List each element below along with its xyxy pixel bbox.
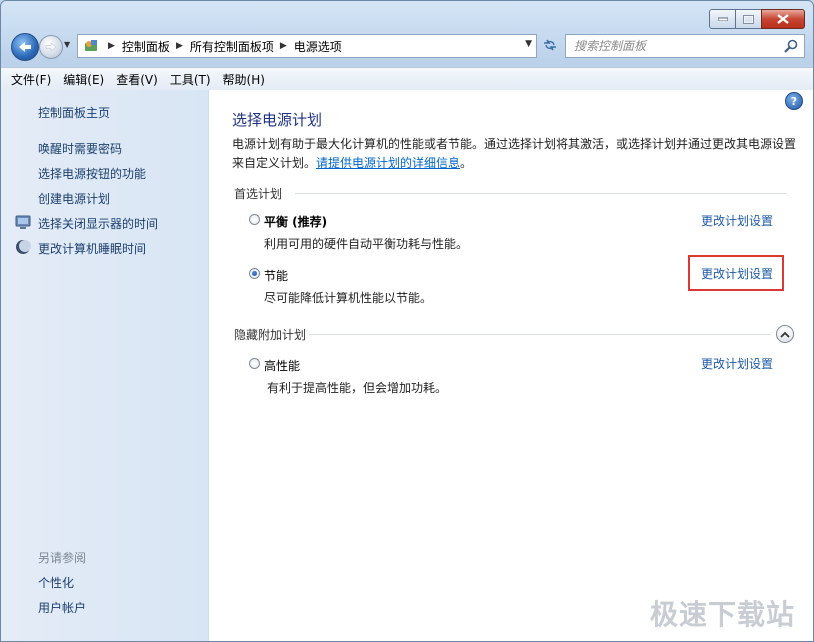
watermark: 极速下载站 — [649, 598, 795, 631]
sidebar-item-sleep-time[interactable]: 更改计算机睡眠时间 — [38, 240, 146, 257]
plan-power-saver-desc: 尽可能降低计算机性能以节能。 — [264, 291, 433, 305]
history-dropdown[interactable]: ▼ — [64, 40, 74, 52]
breadcrumb-all-items[interactable]: 所有控制面板项 — [190, 38, 274, 55]
plan-balanced-radio[interactable] — [249, 214, 260, 225]
search-icon[interactable] — [783, 38, 799, 54]
breadcrumb-separator-icon: ▶ — [108, 41, 115, 51]
control-panel-icon — [85, 40, 97, 51]
back-button[interactable] — [11, 33, 39, 61]
sidebar-item-power-button[interactable]: 选择电源按钮的功能 — [38, 165, 146, 182]
plan-high-performance-name[interactable]: 高性能 — [264, 357, 300, 374]
search-box — [565, 34, 805, 58]
highlight-box — [688, 255, 784, 291]
plan-details-link[interactable]: 请提供电源计划的详细信息 — [316, 156, 460, 170]
maximize-button[interactable] — [735, 9, 762, 29]
menu-bar: 文件(F) 编辑(E) 查看(V) 工具(T) 帮助(H) — [1, 67, 813, 91]
navigation-bar: ▼ ▶ 控制面板 ▶ 所有控制面板项 ▶ 电源选项 ▼ — [9, 33, 805, 61]
moon-icon — [16, 240, 31, 254]
breadcrumb-separator-icon: ▶ — [279, 41, 287, 51]
menu-tools[interactable]: 工具(T) — [170, 71, 211, 88]
sidebar-item-user-accounts[interactable]: 用户帐户 — [38, 599, 86, 616]
monitor-icon — [15, 215, 31, 229]
page-title: 选择电源计划 — [232, 111, 323, 129]
help-button[interactable]: ? — [785, 92, 803, 110]
maximize-icon — [743, 14, 754, 24]
caption-buttons — [709, 9, 805, 29]
menu-help[interactable]: 帮助(H) — [223, 71, 265, 88]
chevron-down-icon: ▼ — [64, 40, 71, 49]
preferred-plans-heading: 首选计划 — [234, 187, 283, 201]
collapse-button[interactable] — [776, 325, 794, 343]
plan-power-saver-name[interactable]: 节能 — [264, 267, 288, 284]
minimize-button[interactable] — [709, 9, 736, 29]
forward-button[interactable] — [39, 35, 63, 59]
plan-power-saver-radio[interactable] — [249, 268, 260, 279]
minimize-icon — [717, 17, 728, 21]
chevron-up-icon — [780, 331, 790, 338]
breadcrumb: ▶ 控制面板 ▶ 所有控制面板项 ▶ 电源选项 — [102, 38, 342, 55]
search-input[interactable] — [572, 36, 783, 56]
refresh-icon — [544, 39, 556, 51]
address-bar[interactable]: ▶ 控制面板 ▶ 所有控制面板项 ▶ 电源选项 ▼ — [77, 34, 537, 58]
help-icon: ? — [790, 94, 798, 108]
breadcrumb-control-panel[interactable]: 控制面板 — [122, 38, 170, 55]
control-panel-window: ▼ ▶ 控制面板 ▶ 所有控制面板项 ▶ 电源选项 ▼ 搜索控制面板 文件(F)… — [0, 0, 814, 642]
description-end: 。 — [460, 156, 473, 170]
hidden-plans-heading: 隐藏附加计划 — [234, 328, 307, 342]
change-plan-settings-balanced[interactable]: 更改计划设置 — [701, 212, 773, 229]
sidebar: 控制面板主页 唤醒时需要密码 选择电源按钮的功能 创建电源计划 选择关闭显示器的… — [1, 90, 209, 641]
refresh-button[interactable] — [539, 34, 561, 56]
sidebar-item-display-off[interactable]: 选择关闭显示器的时间 — [38, 215, 158, 232]
divider — [309, 334, 771, 335]
breadcrumb-separator-icon: ▶ — [175, 41, 183, 51]
plan-high-performance-radio[interactable] — [249, 358, 260, 369]
page-description: 电源计划有助于最大化计算机的性能或者节能。通过选择计划将其激活，或选择计划并通过… — [232, 135, 800, 173]
menu-file[interactable]: 文件(F) — [11, 71, 51, 88]
content-area: 控制面板主页 唤醒时需要密码 选择电源按钮的功能 创建电源计划 选择关闭显示器的… — [1, 90, 813, 641]
plan-high-performance-desc: 有利于提高性能，但会增加功耗。 — [267, 381, 448, 395]
sidebar-item-personalization[interactable]: 个性化 — [38, 574, 74, 591]
sidebar-item-create-plan[interactable]: 创建电源计划 — [38, 190, 110, 207]
close-icon — [777, 14, 789, 24]
menu-view[interactable]: 查看(V) — [116, 71, 158, 88]
sidebar-item-home[interactable]: 控制面板主页 — [38, 104, 110, 121]
sidebar-item-wake-password[interactable]: 唤醒时需要密码 — [38, 140, 122, 157]
address-dropdown-icon[interactable]: ▼ — [525, 39, 532, 49]
divider — [295, 193, 787, 194]
menu-edit[interactable]: 编辑(E) — [63, 71, 104, 88]
main-panel: ? 选择电源计划 电源计划有助于最大化计算机的性能或者节能。通过选择计划将其激活… — [209, 90, 813, 641]
breadcrumb-power-options[interactable]: 电源选项 — [294, 38, 342, 55]
plan-balanced-name[interactable]: 平衡 (推荐) — [264, 213, 327, 230]
arrow-right-icon — [45, 42, 57, 52]
change-plan-settings-high-performance[interactable]: 更改计划设置 — [701, 355, 773, 372]
plan-balanced-desc: 利用可用的硬件自动平衡功耗与性能。 — [264, 237, 469, 251]
close-button[interactable] — [761, 9, 805, 29]
arrow-left-icon — [19, 42, 31, 52]
see-also-heading: 另请参阅 — [38, 551, 87, 565]
